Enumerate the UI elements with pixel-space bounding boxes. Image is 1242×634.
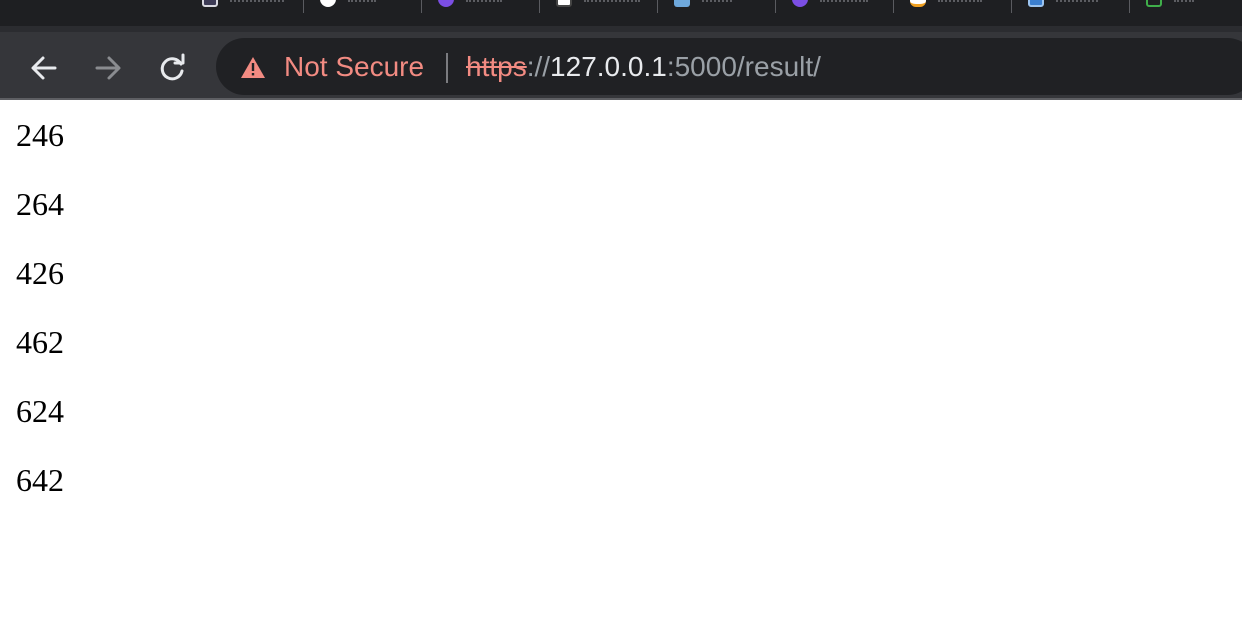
toolbar-divider <box>0 98 1242 100</box>
tab[interactable] <box>540 0 658 26</box>
green-app-icon <box>1146 0 1162 7</box>
envelope-icon <box>556 0 572 7</box>
address-divider <box>446 53 448 83</box>
document-blue-icon <box>674 0 690 7</box>
security-status-label[interactable]: Not Secure <box>284 51 424 83</box>
result-item: 246 <box>16 117 64 153</box>
purple-circle-icon <box>792 0 808 7</box>
tab[interactable] <box>776 0 894 26</box>
result-item: 642 <box>16 462 64 498</box>
url-path: :5000/result/ <box>666 51 821 82</box>
url-host: 127.0.0.1 <box>550 51 667 82</box>
result-item: 264 <box>16 186 64 222</box>
address-bar[interactable]: Not Secure https://127.0.0.1:5000/result… <box>216 38 1242 95</box>
blue-app-icon <box>1028 0 1044 7</box>
tab[interactable] <box>1012 0 1130 26</box>
tab[interactable] <box>422 0 540 26</box>
arrow-left-icon <box>31 56 57 80</box>
warning-triangle-icon <box>241 57 265 78</box>
arrow-right-icon <box>95 56 121 80</box>
url-text[interactable]: https://127.0.0.1:5000/result/ <box>466 51 821 83</box>
purple-circle-icon <box>438 0 454 7</box>
url-separator: :// <box>526 51 551 82</box>
result-item: 462 <box>16 324 64 360</box>
url-scheme: https <box>466 51 527 82</box>
browser-toolbar: Not Secure https://127.0.0.1:5000/result… <box>0 26 1242 99</box>
tab[interactable] <box>658 0 776 26</box>
tab[interactable] <box>186 0 304 26</box>
reload-icon <box>160 53 185 81</box>
github-icon <box>320 0 336 7</box>
tab[interactable] <box>894 0 1012 26</box>
result-list: 246 264 426 462 624 642 <box>16 117 64 531</box>
tab[interactable] <box>304 0 422 26</box>
tab[interactable] <box>1130 0 1242 26</box>
result-item: 624 <box>16 393 64 429</box>
reload-button[interactable] <box>152 48 192 88</box>
forward-button[interactable] <box>88 48 128 88</box>
tab-strip <box>0 0 1242 26</box>
result-item: 426 <box>16 255 64 291</box>
back-button[interactable] <box>24 48 64 88</box>
document-icon <box>202 0 218 7</box>
orange-app-icon <box>910 0 926 7</box>
